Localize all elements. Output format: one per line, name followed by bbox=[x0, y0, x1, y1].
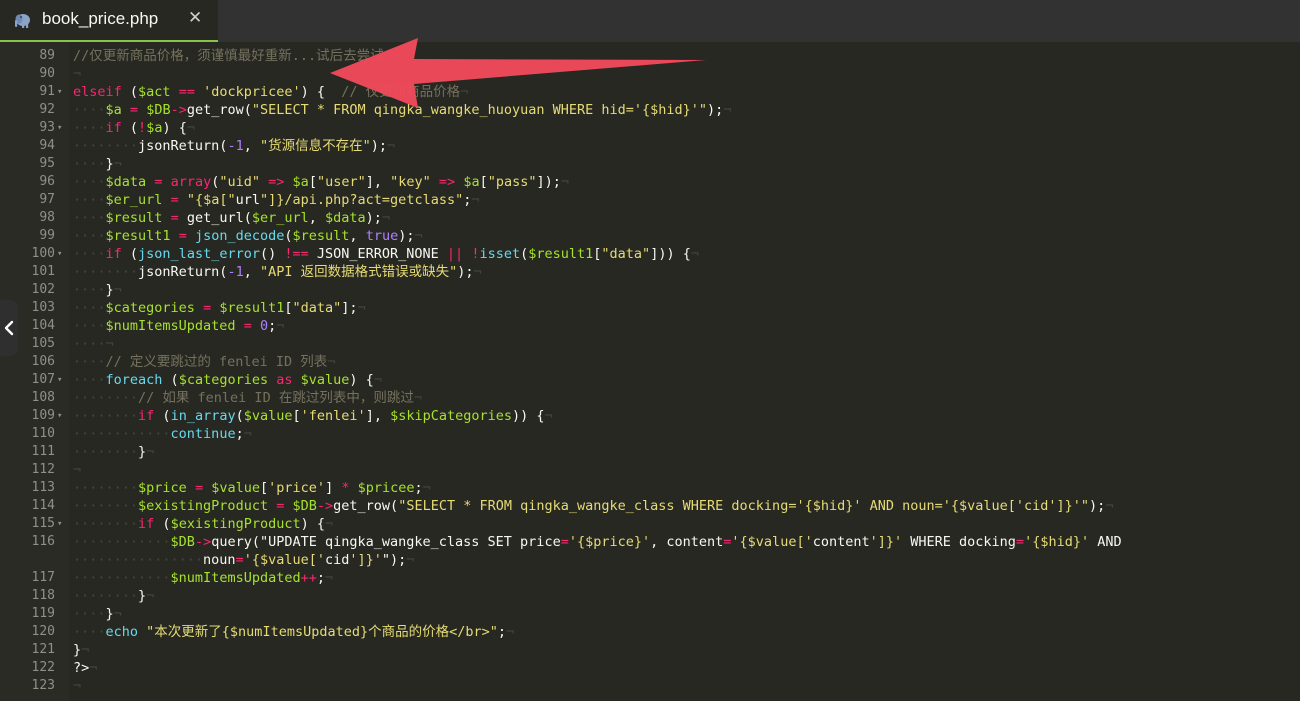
code-line[interactable]: ············$DB->query("UPDATE qingka_wa… bbox=[73, 533, 1122, 551]
line-number: 95 bbox=[39, 156, 55, 171]
line-number: 121 bbox=[31, 642, 55, 657]
tab-filename: book_price.php bbox=[42, 9, 159, 28]
code-line[interactable]: ····// 定义要跳过的 fenlei ID 列表¬ bbox=[73, 353, 335, 371]
code-line[interactable]: ····$result = get_url($er_url, $data);¬ bbox=[73, 209, 390, 227]
line-number: 109 bbox=[31, 408, 55, 423]
fold-toggle-icon[interactable]: ▾ bbox=[57, 407, 62, 425]
elephant-icon bbox=[15, 14, 30, 28]
line-number: 101 bbox=[31, 264, 55, 279]
chevron-left-icon bbox=[4, 320, 14, 336]
fold-toggle-icon[interactable]: ▾ bbox=[57, 245, 62, 263]
sidebar-collapse-button[interactable] bbox=[0, 300, 18, 356]
tab-book-price[interactable]: book_price.php ✕ bbox=[0, 0, 218, 42]
line-number: 120 bbox=[31, 624, 55, 639]
code-line[interactable]: ········}¬ bbox=[73, 443, 154, 461]
line-number: 102 bbox=[31, 282, 55, 297]
code-line[interactable]: ¬ bbox=[73, 65, 81, 83]
line-number: 113 bbox=[31, 480, 55, 495]
tab-bar: book_price.php ✕ bbox=[0, 0, 1300, 42]
line-number: 116 bbox=[31, 534, 55, 549]
code-line[interactable]: ····$categories = $result1["data"];¬ bbox=[73, 299, 366, 317]
fold-toggle-icon[interactable]: ▾ bbox=[57, 515, 62, 533]
code-line[interactable]: ················noun='{$value['cid']}'")… bbox=[73, 551, 414, 569]
line-number: 123 bbox=[31, 678, 55, 693]
code-line[interactable]: ····$er_url = "{$a["url"]}/api.php?act=g… bbox=[73, 191, 480, 209]
code-line[interactable]: ········$existingProduct = $DB->get_row(… bbox=[73, 497, 1113, 515]
fold-toggle-icon[interactable]: ▾ bbox=[57, 371, 62, 389]
code-line[interactable]: ····}¬ bbox=[73, 605, 122, 623]
line-number: 110 bbox=[31, 426, 55, 441]
line-number: 112 bbox=[31, 462, 55, 477]
code-line[interactable]: ····foreach ($categories as $value) {¬ bbox=[73, 371, 382, 389]
code-line[interactable]: ····}¬ bbox=[73, 155, 122, 173]
line-number: 119 bbox=[31, 606, 55, 621]
line-number: 89 bbox=[39, 48, 55, 63]
code-line[interactable]: ?>¬ bbox=[73, 659, 97, 677]
line-number: 96 bbox=[39, 174, 55, 189]
code-line[interactable]: }¬ bbox=[73, 641, 89, 659]
line-number: 93 bbox=[39, 120, 55, 135]
code-line[interactable]: //仅更新商品价格，须谨慎最好重新...试后去尝试 bbox=[73, 47, 384, 65]
code-line[interactable]: ····if (json_last_error() !== JSON_ERROR… bbox=[73, 245, 699, 263]
line-number: 114 bbox=[31, 498, 55, 513]
code-editor[interactable]: //仅更新商品价格，须谨慎最好重新...试后去尝试 ¬ elseif ($act =… bbox=[69, 42, 1300, 701]
line-number-gutter: 89 90 91 ▾ 92 93 ▾ 94 95 96 97 98 99 100 ▾ 101 102 103 104… bbox=[0, 42, 69, 701]
line-number: 117 bbox=[31, 570, 55, 585]
line-number: 91 bbox=[39, 84, 55, 99]
line-number: 90 bbox=[39, 66, 55, 81]
code-line[interactable]: ¬ bbox=[73, 677, 81, 695]
code-line[interactable]: ········}¬ bbox=[73, 587, 154, 605]
code-line[interactable]: ········// 如果 fenlei ID 在跳过列表中，则跳过¬ bbox=[73, 389, 422, 407]
line-number: 118 bbox=[31, 588, 55, 603]
line-number: 92 bbox=[39, 102, 55, 117]
code-line[interactable]: ····¬ bbox=[73, 335, 114, 353]
line-number: 107 bbox=[31, 372, 55, 387]
code-line[interactable]: ········jsonReturn(-1, "货源信息不存在");¬ bbox=[73, 137, 395, 155]
line-number: 122 bbox=[31, 660, 55, 675]
line-number: 100 bbox=[31, 246, 55, 261]
fold-toggle-icon[interactable]: ▾ bbox=[57, 119, 62, 137]
line-number: 108 bbox=[31, 390, 55, 405]
code-line[interactable]: ············$numItemsUpdated++;¬ bbox=[73, 569, 333, 587]
line-number: 98 bbox=[39, 210, 55, 225]
fold-toggle-icon[interactable]: ▾ bbox=[57, 83, 62, 101]
code-line[interactable]: elseif ($act == 'dockpricee') { // 仅更新商品… bbox=[73, 83, 468, 101]
code-line[interactable]: ············continue;¬ bbox=[73, 425, 252, 443]
line-number: 94 bbox=[39, 138, 55, 153]
code-line[interactable]: ····echo "本次更新了{$numItemsUpdated}个商品的价格<… bbox=[73, 623, 514, 641]
code-line[interactable]: ····if (!$a) {¬ bbox=[73, 119, 195, 137]
line-number: 115 bbox=[31, 516, 55, 531]
close-tab-icon[interactable]: ✕ bbox=[188, 8, 202, 28]
line-number: 111 bbox=[31, 444, 55, 459]
line-number: 97 bbox=[39, 192, 55, 207]
code-line[interactable]: ········$price = $value['price'] * $pric… bbox=[73, 479, 431, 497]
code-line[interactable]: ····$a = $DB->get_row("SELECT * FROM qin… bbox=[73, 101, 731, 119]
code-line[interactable]: ····}¬ bbox=[73, 281, 122, 299]
line-number: 99 bbox=[39, 228, 55, 243]
code-line[interactable]: ········jsonReturn(-1, "API 返回数据格式错误或缺失"… bbox=[73, 263, 482, 281]
code-line[interactable]: ········if (in_array($value['fenlei'], $… bbox=[73, 407, 553, 425]
code-line[interactable]: ····$numItemsUpdated = 0;¬ bbox=[73, 317, 284, 335]
code-line[interactable]: ····$data = array("uid" => $a["user"], "… bbox=[73, 173, 569, 191]
code-line[interactable]: ····$result1 = json_decode($result, true… bbox=[73, 227, 423, 245]
code-line[interactable]: ········if ($existingProduct) {¬ bbox=[73, 515, 333, 533]
code-line[interactable]: ¬ bbox=[73, 461, 81, 479]
